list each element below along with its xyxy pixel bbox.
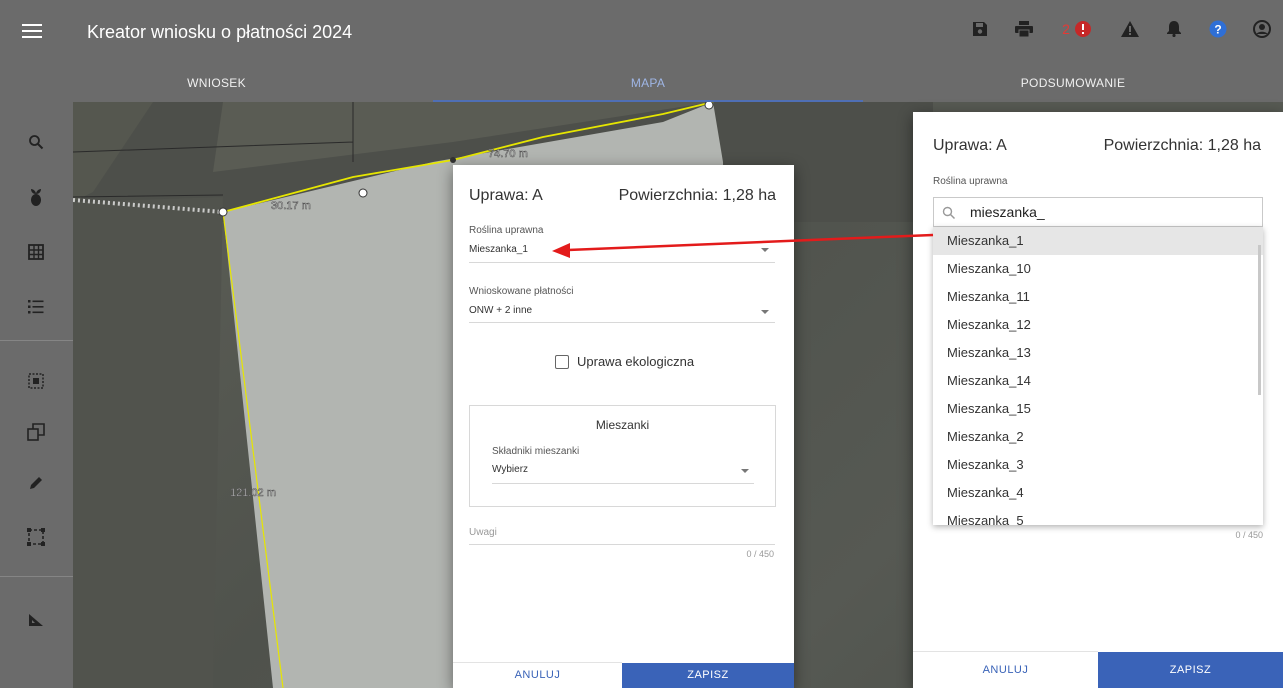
crop-edit-dialog-dropdown: Uprawa: A Powierzchnia: 1,28 ha Roślina … — [913, 112, 1283, 688]
dropdown-option[interactable]: Mieszanka_10 — [933, 255, 1263, 283]
dropdown-option[interactable]: Mieszanka_2 — [933, 423, 1263, 451]
measure-label-side: 121.02 m — [230, 487, 276, 499]
measure-label-left: 30.17 m — [271, 200, 311, 212]
help-icon[interactable]: ? — [1207, 18, 1229, 40]
save-button[interactable]: ZAPISZ — [622, 663, 794, 688]
dropdown-option[interactable]: Mieszanka_14 — [933, 367, 1263, 395]
mix-components-label: Składniki mieszanki — [492, 446, 580, 457]
notes-input[interactable] — [469, 544, 775, 545]
crop-label: Uprawa: A — [469, 187, 543, 204]
search-text: mieszanka_ — [970, 204, 1045, 220]
vertex-handle[interactable] — [704, 102, 714, 110]
field-underline — [469, 322, 775, 323]
vertex-handle[interactable] — [358, 188, 368, 198]
vertex-handle[interactable] — [450, 157, 456, 163]
notes-counter: 0 / 450 — [746, 549, 774, 559]
dropdown-option[interactable]: Mieszanka_4 — [933, 479, 1263, 507]
select-area-icon[interactable] — [20, 365, 52, 397]
crop-label: Uprawa: A — [933, 137, 1007, 154]
plant-field-label: Roślina uprawna — [469, 225, 544, 236]
account-icon[interactable] — [1251, 18, 1273, 40]
error-count-group[interactable]: 2 — [1057, 18, 1097, 40]
plant-field-label: Roślina uprawna — [933, 176, 1008, 187]
print-icon[interactable] — [1013, 18, 1035, 40]
plant-select[interactable]: Mieszanka_1 — [469, 244, 528, 255]
crop-icon[interactable] — [20, 181, 52, 213]
mix-section: Mieszanki Składniki mieszanki Wybierz — [469, 405, 776, 507]
sidebar-divider — [0, 576, 73, 577]
dashed-rectangle-icon[interactable] — [20, 521, 52, 553]
notes-counter: 0 / 450 — [1235, 530, 1263, 540]
measure-label-top: 74.70 m — [488, 148, 528, 160]
area-label: Powierzchnia: 1,28 ha — [1103, 137, 1261, 154]
field-underline — [492, 483, 754, 484]
dropdown-option[interactable]: Mieszanka_3 — [933, 451, 1263, 479]
vertex-handle[interactable] — [218, 207, 228, 217]
error-count: 2 — [1062, 21, 1070, 37]
tab-wniosek[interactable]: WNIOSEK — [0, 64, 433, 102]
map-tools-sidebar — [0, 102, 73, 688]
dropdown-option[interactable]: Mieszanka_1 — [933, 227, 1263, 255]
tab-podsumowanie[interactable]: PODSUMOWANIE — [863, 64, 1283, 102]
measure-icon[interactable] — [20, 604, 52, 636]
field-underline — [469, 262, 775, 263]
plant-dropdown-list: Mieszanka_1 Mieszanka_10 Mieszanka_11 Mi… — [933, 227, 1263, 525]
search-icon — [942, 206, 956, 220]
grid-icon[interactable] — [20, 236, 52, 268]
bell-icon[interactable] — [1163, 18, 1185, 40]
toolbar-icons: 2 ? — [969, 18, 1273, 40]
dropdown-option[interactable]: Mieszanka_12 — [933, 311, 1263, 339]
tab-bar: WNIOSEK MAPA PODSUMOWANIE — [0, 64, 1283, 102]
cancel-button[interactable]: ANULUJ — [913, 651, 1098, 688]
notes-label: Uwagi — [469, 527, 497, 538]
error-icon — [1074, 21, 1091, 37]
svg-text:?: ? — [1214, 23, 1221, 37]
plant-search-input[interactable]: mieszanka_ — [933, 197, 1263, 227]
dropdown-option[interactable]: Mieszanka_13 — [933, 339, 1263, 367]
dropdown-scrollbar[interactable] — [1258, 245, 1261, 395]
eco-checkbox[interactable] — [555, 355, 569, 369]
area-label: Powierzchnia: 1,28 ha — [618, 187, 776, 204]
payments-select[interactable]: ONW + 2 inne — [469, 305, 532, 316]
dropdown-option[interactable]: Mieszanka_5 — [933, 507, 1263, 525]
chevron-down-icon[interactable] — [741, 469, 749, 473]
dialog-header: Uprawa: A Powierzchnia: 1,28 ha — [469, 187, 778, 205]
payments-field-label: Wnioskowane płatności — [469, 286, 574, 297]
eco-label: Uprawa ekologiczna — [577, 354, 695, 369]
search-icon[interactable] — [20, 126, 52, 158]
save-button[interactable]: ZAPISZ — [1098, 652, 1283, 688]
chevron-down-icon[interactable] — [761, 248, 769, 252]
mix-title: Mieszanki — [595, 418, 650, 432]
list-icon[interactable] — [20, 291, 52, 323]
crop-edit-dialog: Uprawa: A Powierzchnia: 1,28 ha Roślina … — [453, 165, 794, 688]
app-bar: Kreator wniosku o płatności 2024 2 ? — [0, 0, 1283, 64]
chevron-down-icon[interactable] — [761, 310, 769, 314]
menu-icon[interactable] — [22, 21, 42, 41]
app-title: Kreator wniosku o płatności 2024 — [87, 22, 353, 42]
copy-icon[interactable] — [20, 416, 52, 448]
warning-icon[interactable] — [1119, 18, 1141, 40]
dropdown-option[interactable]: Mieszanka_15 — [933, 395, 1263, 423]
cancel-button[interactable]: ANULUJ — [453, 662, 622, 688]
tab-mapa[interactable]: MAPA — [433, 64, 863, 102]
edit-icon[interactable] — [20, 467, 52, 499]
mix-components-select[interactable]: Wybierz — [492, 464, 528, 475]
sidebar-divider — [0, 340, 73, 341]
dialog-header: Uprawa: A Powierzchnia: 1,28 ha — [933, 137, 1263, 155]
dropdown-option[interactable]: Mieszanka_11 — [933, 283, 1263, 311]
save-icon[interactable] — [969, 18, 991, 40]
